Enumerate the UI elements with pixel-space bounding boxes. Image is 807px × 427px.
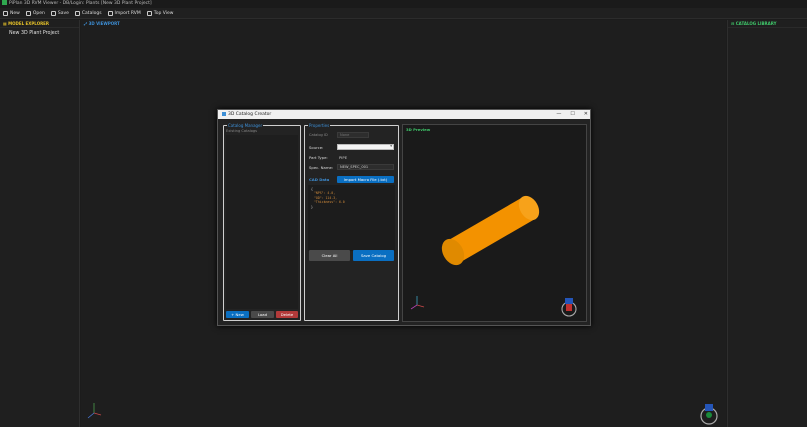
main-toolbar: New Open Save Catalogs Import RVM Top Vi… [0, 8, 807, 19]
catalog-list[interactable] [226, 135, 298, 309]
catalog-id-label: Catalog ID [309, 133, 328, 137]
spec-name-input[interactable]: NEW_SPEC_001 [337, 164, 394, 170]
properties-label: Properties [308, 123, 331, 128]
dialog-app-icon [222, 111, 226, 116]
view-cube-icon[interactable] [697, 404, 721, 426]
new-label: New [10, 10, 20, 16]
json-editor[interactable]: { "NPS": 4.0, "OD": 114.3, "Thickness": … [308, 185, 395, 251]
open-button[interactable]: Open [25, 10, 45, 16]
close-button[interactable]: ✕ [584, 110, 588, 119]
properties-group: Properties Catalog ID None Source: ▾ Par… [304, 123, 399, 321]
catalog-library-title: CATALOG LIBRARY [735, 21, 777, 26]
spec-name-label: Spec. Name: [309, 165, 334, 170]
catalogs-button[interactable]: Catalogs [74, 10, 102, 16]
new-catalog-button[interactable]: + New [226, 311, 249, 318]
import-rvm-button[interactable]: Import RVM [107, 10, 141, 16]
catalog-id-field: None [337, 132, 369, 138]
folder-open-icon [25, 10, 31, 16]
window-titlebar: PiPlan 3D RVM Viewer - DB/Login: Plants … [0, 0, 807, 8]
catalog-icon [74, 10, 80, 16]
catalog-creator-dialog: 3D Catalog Creator — ☐ ✕ Catalog Manager… [217, 109, 591, 326]
pipe-model-render [441, 195, 540, 266]
catalog-manager-group: Catalog Manager Existing Catalogs + New … [223, 123, 301, 321]
source-select[interactable]: ▾ [337, 144, 394, 150]
catalog-library-header: ⊟ CATALOG LIBRARY [728, 20, 807, 28]
top-view-label: Top View [153, 10, 174, 16]
top-view-button[interactable]: Top View [146, 10, 174, 16]
preview-view-cube-icon[interactable] [558, 298, 580, 318]
3d-preview-panel[interactable]: 3D Preview [402, 124, 587, 322]
save-icon [50, 10, 56, 16]
open-label: Open [32, 10, 45, 16]
json-close-brace: } [311, 204, 313, 209]
viewport-title: 3D VIEWPORT [88, 21, 120, 26]
chevron-down-icon: ▾ [390, 144, 392, 148]
app-icon [2, 0, 7, 5]
part-type-value[interactable]: PIPE [339, 155, 347, 160]
catalog-library-panel: ⊟ CATALOG LIBRARY [727, 20, 807, 427]
delete-catalog-button[interactable]: Delete [276, 311, 298, 318]
model-explorer-title: MODEL EXPLORER [8, 21, 49, 26]
catalog-manager-label: Catalog Manager [227, 123, 264, 128]
tree-item-project[interactable]: New 3D Plant Project [0, 28, 79, 36]
save-button[interactable]: Save [50, 10, 69, 16]
cad-data-label: CAD Data [309, 177, 330, 182]
dialog-titlebar: 3D Catalog Creator — ☐ ✕ [218, 110, 590, 119]
import-rvm-label: Import RVM [114, 10, 141, 16]
existing-catalogs-label: Existing Catalogs [226, 129, 258, 133]
source-label: Source: [309, 145, 324, 150]
load-catalog-button[interactable]: Load [251, 311, 274, 318]
window-title: PiPlan 3D RVM Viewer - DB/Login: Plants … [9, 1, 152, 6]
import-macro-button[interactable]: Import Macro File (.txt) [337, 176, 394, 183]
save-catalog-button[interactable]: Save Catalog [353, 250, 394, 261]
axis-triad-icon [87, 403, 102, 419]
new-file-icon [3, 10, 8, 16]
save-label: Save [57, 10, 69, 16]
dialog-title: 3D Catalog Creator [228, 112, 272, 117]
new-button[interactable]: New [3, 10, 20, 16]
clear-all-button[interactable]: Clear All [309, 250, 350, 261]
catalogs-label: Catalogs [81, 10, 102, 16]
model-explorer-header: ▦ MODEL EXPLORER [0, 20, 79, 28]
maximize-button[interactable]: ☐ [570, 110, 574, 119]
preview-axis-triad-icon [410, 296, 425, 310]
minimize-button[interactable]: — [556, 110, 561, 119]
model-explorer-panel: ▦ MODEL EXPLORER New 3D Plant Project [0, 20, 80, 427]
part-type-label: Part Type: [309, 155, 328, 160]
viewport-header: ⤢ 3D VIEWPORT [84, 21, 120, 26]
import-icon [107, 10, 113, 16]
view-icon [146, 10, 152, 16]
